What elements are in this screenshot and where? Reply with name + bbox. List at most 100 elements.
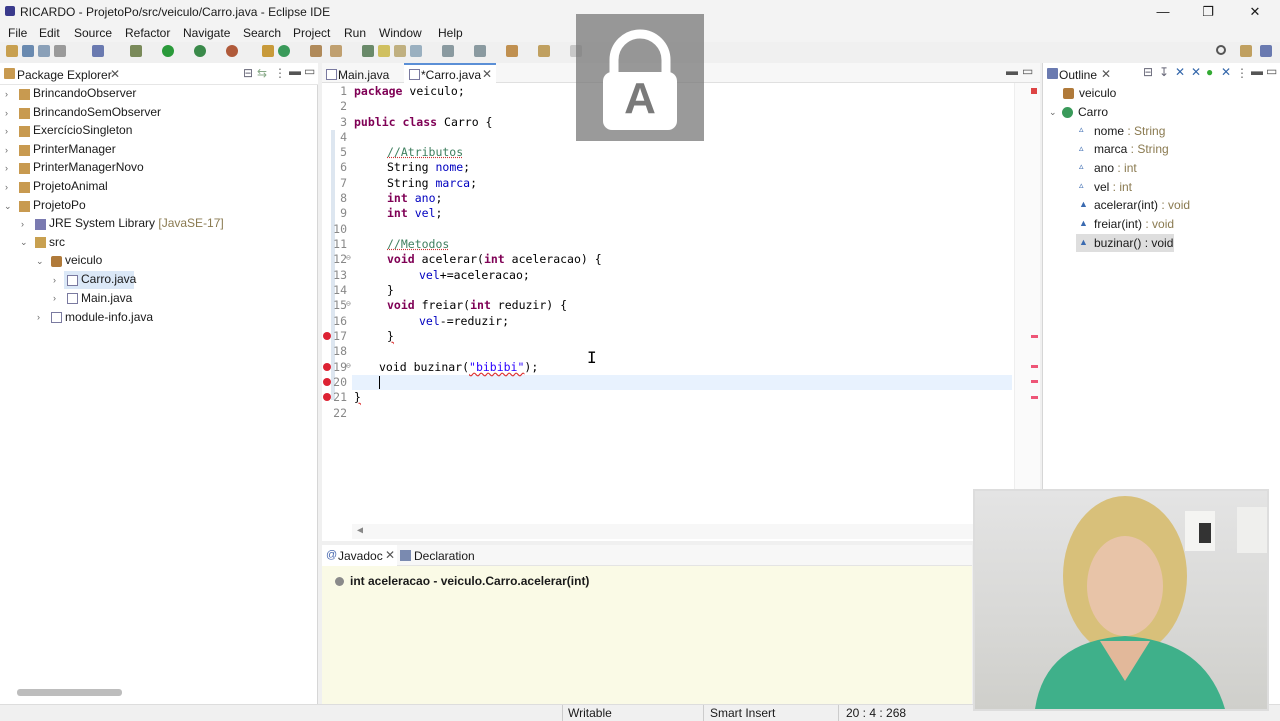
show-whitespace-icon[interactable]: [410, 45, 422, 57]
tree-item-package[interactable]: veiculo: [65, 251, 102, 269]
tree-item-project[interactable]: BrincandoSemObserver: [33, 103, 161, 121]
java-perspective-icon[interactable]: [1260, 45, 1272, 57]
error-marker[interactable]: [1031, 335, 1038, 338]
scroll-left-icon[interactable]: ◀: [357, 525, 363, 536]
tab-carro-java[interactable]: *Carro.java: [421, 68, 481, 82]
next-annotation-icon[interactable]: [442, 45, 454, 57]
code-line-3[interactable]: public class Carro {: [354, 115, 492, 129]
code-line-9[interactable]: int vel;: [387, 206, 442, 220]
chevron-down-icon[interactable]: ⌄: [20, 237, 28, 248]
code-line-15[interactable]: void freiar(int reduzir) {: [387, 298, 567, 312]
menu-window[interactable]: Window: [379, 26, 422, 40]
view-menu-icon[interactable]: ⋮: [1236, 66, 1248, 80]
tree-item-file[interactable]: Main.java: [81, 289, 132, 307]
outline-member[interactable]: freiar(int) : void: [1094, 215, 1174, 233]
outline-member[interactable]: ano : int: [1094, 159, 1137, 177]
horizontal-scrollbar[interactable]: [17, 689, 122, 696]
error-icon[interactable]: [323, 393, 331, 401]
code-line-8[interactable]: int ano;: [387, 191, 442, 205]
maximize-button[interactable]: ❐: [1185, 2, 1231, 22]
editor-horizontal-scrollbar[interactable]: [352, 524, 1012, 539]
maximize-view-icon[interactable]: ▭: [1266, 64, 1277, 78]
chevron-right-icon[interactable]: ›: [5, 89, 8, 99]
save-all-icon[interactable]: [38, 45, 50, 57]
maximize-view-icon[interactable]: ▭: [1022, 64, 1033, 78]
error-marker[interactable]: [1031, 365, 1038, 368]
hide-nonpublic-icon[interactable]: ●: [1206, 65, 1213, 79]
tab-main-java[interactable]: Main.java: [338, 68, 389, 82]
tab-javadoc[interactable]: Javadoc: [338, 549, 383, 563]
code-line-16[interactable]: vel-=reduzir;: [419, 314, 509, 328]
tree-item-project[interactable]: BrincandoObserver: [33, 84, 136, 102]
tab-declaration[interactable]: Declaration: [414, 549, 475, 563]
outline-member[interactable]: acelerar(int) : void: [1094, 196, 1190, 214]
hide-static-icon[interactable]: ✕: [1191, 65, 1201, 79]
new-package-icon[interactable]: [278, 45, 290, 57]
prev-annotation-icon[interactable]: [474, 45, 486, 57]
sort-icon[interactable]: ↧: [1159, 65, 1169, 79]
chevron-right-icon[interactable]: ›: [5, 163, 8, 173]
tree-item-project[interactable]: PrinterManager: [33, 140, 116, 158]
search-icon[interactable]: [1216, 45, 1226, 55]
outline-tab[interactable]: Outline: [1059, 68, 1097, 82]
new-java-project-icon[interactable]: [262, 45, 274, 57]
chevron-right-icon[interactable]: ›: [5, 145, 8, 155]
link-editor-icon[interactable]: ⇆: [257, 66, 267, 80]
close-button[interactable]: ✕: [1232, 2, 1278, 22]
code-line-11[interactable]: //Metodos: [387, 237, 449, 251]
toggle-highlight-icon[interactable]: [394, 45, 406, 57]
tree-item-project[interactable]: ExercícioSingleton: [33, 121, 132, 139]
code-line-7[interactable]: String marca;: [387, 176, 477, 190]
code-line-12[interactable]: void acelerar(int aceleracao) {: [387, 252, 602, 266]
chevron-right-icon[interactable]: ›: [53, 293, 56, 303]
outline-member-selected[interactable]: buzinar() : void: [1094, 234, 1173, 252]
debug-icon[interactable]: [130, 45, 142, 57]
minimize-button[interactable]: —: [1140, 2, 1186, 22]
maximize-view-icon[interactable]: ▭: [304, 64, 315, 78]
mark-occurrences-icon[interactable]: [378, 45, 390, 57]
error-icon[interactable]: [323, 378, 331, 386]
minimize-view-icon[interactable]: ▬: [1006, 64, 1018, 78]
fold-icon[interactable]: ⊖: [346, 253, 351, 262]
menu-refactor[interactable]: Refactor: [125, 26, 170, 40]
terminal-icon[interactable]: [92, 45, 104, 57]
coverage-icon[interactable]: [194, 45, 206, 57]
menu-run[interactable]: Run: [344, 26, 366, 40]
menu-file[interactable]: File: [8, 26, 27, 40]
outline-member[interactable]: nome : String: [1094, 122, 1165, 140]
chevron-right-icon[interactable]: ›: [5, 108, 8, 118]
chevron-right-icon[interactable]: ›: [5, 126, 8, 136]
code-line-19[interactable]: void buzinar("bibibi");: [379, 360, 538, 374]
menu-navigate[interactable]: Navigate: [183, 26, 230, 40]
code-line-21[interactable]: }: [354, 390, 361, 404]
external-tools-icon[interactable]: [226, 45, 238, 57]
tree-item-project[interactable]: ProjetoPo: [33, 196, 86, 214]
error-summary-icon[interactable]: [1031, 88, 1037, 94]
open-task-icon[interactable]: [330, 45, 342, 57]
view-menu-icon[interactable]: ⋮: [274, 66, 286, 80]
chevron-right-icon[interactable]: ›: [21, 219, 24, 229]
error-icon[interactable]: [323, 363, 331, 371]
outline-member[interactable]: marca : String: [1094, 140, 1169, 158]
chevron-down-icon[interactable]: ⌄: [4, 201, 12, 212]
tree-item-jre[interactable]: JRE System Library [JavaSE-17]: [49, 214, 224, 232]
last-edit-icon[interactable]: [506, 45, 518, 57]
menu-help[interactable]: Help: [438, 26, 463, 40]
chevron-down-icon[interactable]: ⌄: [36, 256, 44, 267]
code-line-6[interactable]: String nome;: [387, 160, 470, 174]
tree-item-project[interactable]: PrinterManagerNovo: [33, 158, 144, 176]
package-explorer-tab[interactable]: Package Explorer: [17, 68, 112, 82]
collapse-all-icon[interactable]: ⊟: [1143, 65, 1153, 79]
run-icon[interactable]: [162, 45, 174, 57]
menu-source[interactable]: Source: [74, 26, 112, 40]
outline-class[interactable]: Carro: [1078, 103, 1108, 121]
menu-project[interactable]: Project: [293, 26, 330, 40]
code-line-13[interactable]: vel+=aceleracao;: [419, 268, 530, 282]
error-icon[interactable]: [323, 332, 331, 340]
minimize-view-icon[interactable]: ▬: [289, 64, 301, 78]
minimize-view-icon[interactable]: ▬: [1251, 64, 1263, 78]
fold-icon[interactable]: ⊖: [346, 361, 351, 370]
hide-fields-icon[interactable]: ✕: [1175, 65, 1185, 79]
new-icon[interactable]: [6, 45, 18, 57]
close-icon[interactable]: ✕: [1101, 67, 1111, 81]
